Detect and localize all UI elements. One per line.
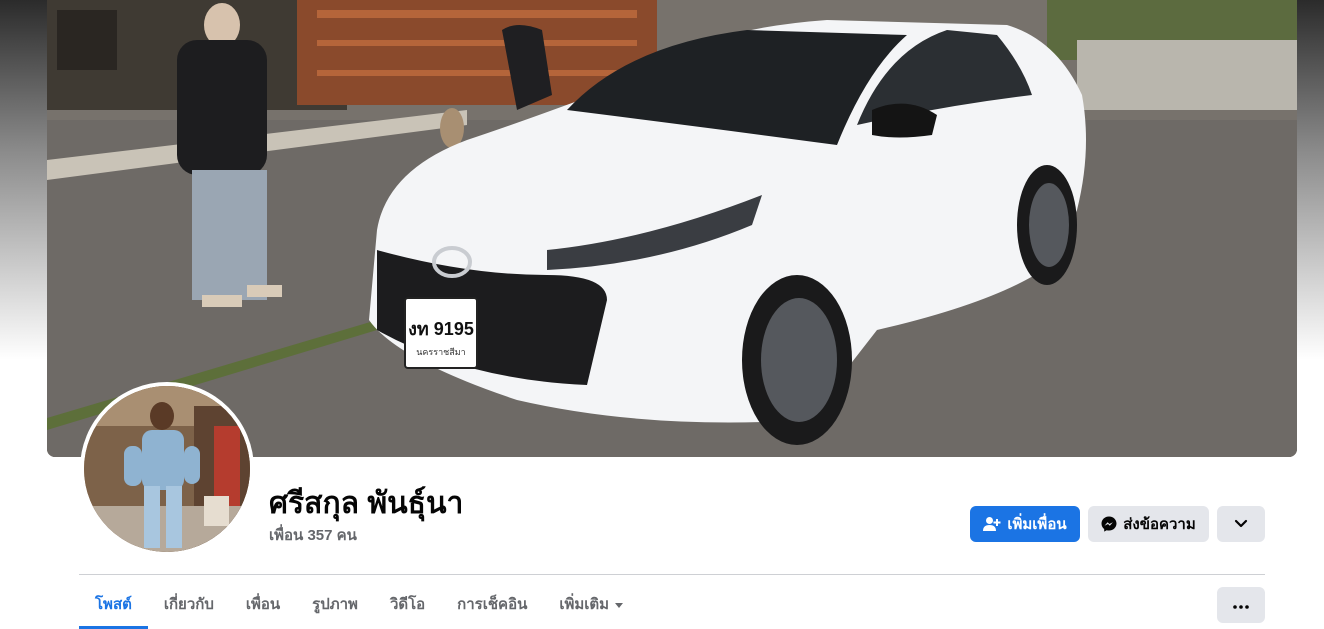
tab-label: รูปภาพ	[312, 596, 358, 613]
add-person-icon	[983, 516, 1001, 532]
tab-checkins[interactable]: การเช็คอิน	[441, 586, 543, 624]
friends-count-link[interactable]: เพื่อน 357 คน	[269, 523, 357, 547]
message-label: ส่งข้อความ	[1123, 516, 1196, 533]
add-friend-button[interactable]: เพิ่มเพื่อน	[970, 506, 1080, 542]
section-divider	[79, 574, 1265, 575]
avatar-image	[84, 386, 250, 552]
more-options-button[interactable]	[1217, 587, 1265, 623]
add-friend-label: เพิ่มเพื่อน	[1007, 516, 1067, 533]
tab-about[interactable]: เกี่ยวกับ	[148, 586, 230, 624]
ellipsis-icon	[1233, 596, 1249, 614]
license-plate-province: นครราชสีมา	[416, 347, 465, 357]
tab-friends[interactable]: เพื่อน	[230, 586, 296, 624]
license-plate-number: งท 9195	[408, 319, 474, 339]
chevron-down-icon	[1234, 516, 1248, 533]
tab-videos[interactable]: วิดีโอ	[374, 586, 441, 624]
profile-tabs: โพสต์ เกี่ยวกับ เพื่อน รูปภาพ วิดีโอ การ…	[79, 586, 639, 629]
cover-image: งท 9195 นครราชสีมา	[47, 0, 1297, 457]
messenger-icon	[1101, 516, 1117, 532]
tab-label: การเช็คอิน	[457, 596, 528, 613]
tab-label: เพื่อน	[245, 596, 281, 613]
profile-name: ศรีสกุล พันธุ์นา	[269, 487, 464, 520]
tab-photos[interactable]: รูปภาพ	[296, 586, 374, 624]
tab-label: โพสต์	[95, 596, 132, 613]
cover-photo[interactable]: งท 9195 นครราชสีมา	[47, 0, 1297, 457]
profile-options-dropdown-button[interactable]	[1217, 506, 1265, 542]
profile-avatar[interactable]	[80, 382, 254, 556]
message-button[interactable]: ส่งข้อความ	[1088, 506, 1209, 542]
tab-more[interactable]: เพิ่มเติม	[543, 586, 639, 624]
tab-label: วิดีโอ	[389, 596, 426, 613]
tab-posts[interactable]: โพสต์	[79, 586, 148, 629]
tab-label: เพิ่มเติม	[559, 596, 610, 613]
tab-label: เกี่ยวกับ	[163, 596, 214, 613]
caret-down-icon	[615, 602, 624, 608]
